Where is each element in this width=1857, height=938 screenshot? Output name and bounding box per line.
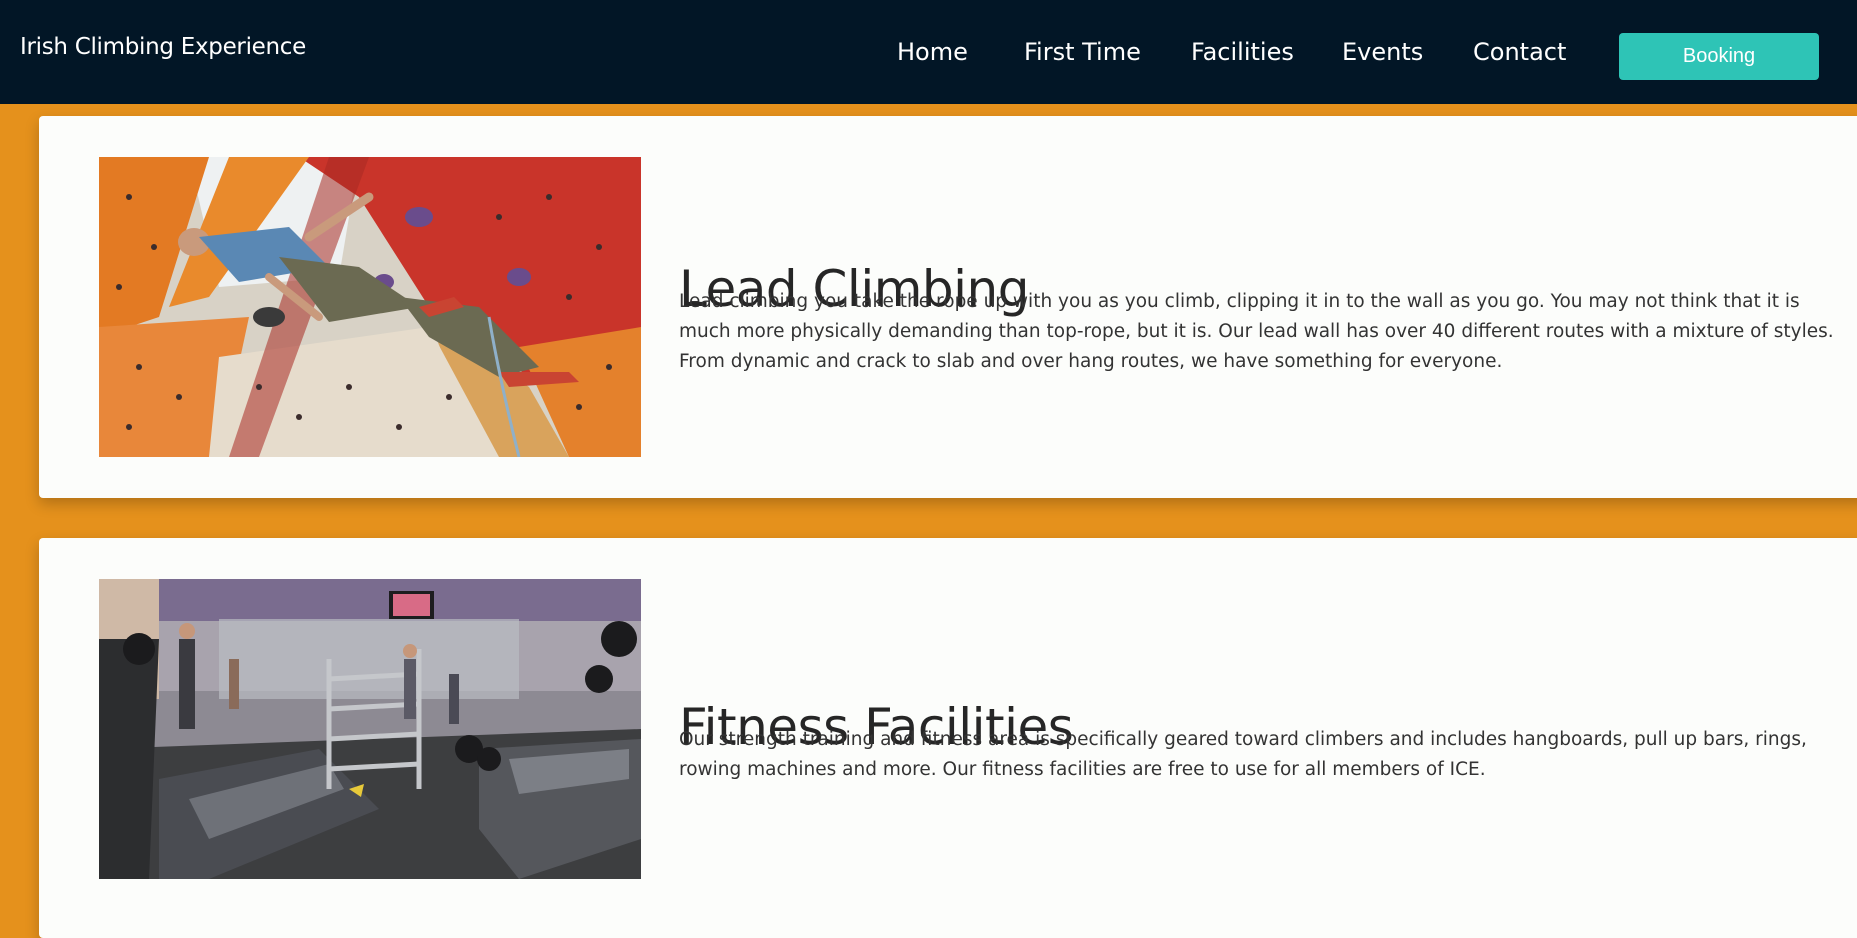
nav-link-events[interactable]: Events bbox=[1342, 38, 1423, 66]
fitness-facilities-photo bbox=[99, 579, 641, 879]
fitness-facilities-card: Fitness Facilities Our strength training… bbox=[39, 538, 1857, 938]
nav-link-contact[interactable]: Contact bbox=[1473, 38, 1566, 66]
fitness-facilities-description: Our strength training and fitness area i… bbox=[679, 729, 1807, 780]
lead-climbing-description: Lead climbing you take the rope up with … bbox=[679, 291, 1834, 372]
nav-links: Home First Time Facilities Events Contac… bbox=[0, 38, 1857, 68]
booking-button[interactable]: Booking bbox=[1619, 33, 1819, 80]
lead-climbing-card: Lead Climbing Lead climbing you take the… bbox=[39, 116, 1857, 498]
nav-link-home[interactable]: Home bbox=[897, 38, 968, 66]
nav-link-first-time[interactable]: First Time bbox=[1024, 38, 1141, 66]
nav-link-facilities[interactable]: Facilities bbox=[1191, 38, 1294, 66]
lead-climbing-photo bbox=[99, 157, 641, 457]
top-navbar: Irish Climbing Experience Home First Tim… bbox=[0, 0, 1857, 104]
